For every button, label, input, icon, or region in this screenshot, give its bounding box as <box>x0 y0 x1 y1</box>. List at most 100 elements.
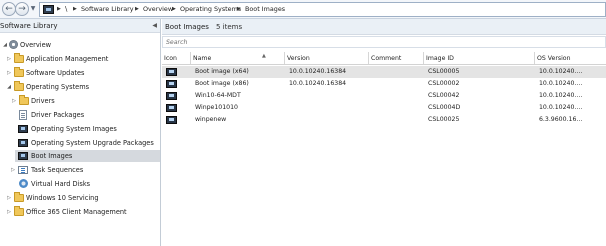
table-row[interactable]: Winpe101010 CSL0004D 10.0.10240.... <box>162 102 606 114</box>
breadcrumb-separator: ▶ <box>73 6 77 12</box>
table-row[interactable]: Win10-64-MDT CSL00042 10.0.10240.... <box>162 90 606 102</box>
history-dropdown-button[interactable]: ▼ <box>29 3 37 15</box>
column-header-label: Name <box>193 55 212 62</box>
tree-item-overview[interactable]: ◢ Overview <box>0 39 160 51</box>
breadcrumb-root[interactable]: \ <box>65 3 67 16</box>
column-header-name[interactable]: Name ▲ <box>191 52 285 64</box>
cell-image-id: CSL00005 <box>428 68 460 75</box>
cell-name: winpenew <box>195 116 227 123</box>
expand-icon[interactable]: ▷ <box>10 164 16 176</box>
breadcrumb-item-boot-images[interactable]: Boot Images <box>245 3 285 16</box>
boot-image-icon <box>166 80 177 88</box>
cell-comment <box>373 66 423 78</box>
search-input[interactable] <box>166 37 596 47</box>
cell-version <box>289 114 367 126</box>
breadcrumb[interactable]: ▶ \ ▶ Software Library ▶ Overview ▶ Oper… <box>39 2 606 17</box>
task-sequence-icon <box>18 166 28 174</box>
expand-icon[interactable]: ▷ <box>6 206 12 218</box>
tree-item-label: Operating Systems <box>26 83 90 91</box>
folder-icon <box>14 67 24 77</box>
forward-arrow-icon: → <box>18 4 26 14</box>
table-row[interactable]: Boot image (x64) 10.0.10240.16384 CSL000… <box>162 66 606 78</box>
address-bar: ← → ▼ ▶ \ ▶ Software Library ▶ Overview … <box>0 0 606 19</box>
expand-icon[interactable]: ▷ <box>6 192 12 204</box>
cell-version: 10.0.10240.16384 <box>289 68 347 75</box>
expand-icon[interactable]: ▷ <box>6 67 12 79</box>
cell-name: Winpe101010 <box>195 104 238 111</box>
table-row[interactable]: Boot image (x86) 10.0.10240.16384 CSL000… <box>162 78 606 90</box>
cell-name: Win10-64-MDT <box>195 92 241 99</box>
details-pane: Boot Images 5 items Icon Name ▲ Version … <box>162 19 606 246</box>
folder-icon <box>14 192 24 202</box>
cell-image-id: CSL00002 <box>428 80 460 87</box>
column-header-icon[interactable]: Icon <box>162 52 191 64</box>
column-header-os-version[interactable]: OS Version <box>535 52 606 64</box>
cell-image-id: CSL00042 <box>428 92 460 99</box>
expand-icon[interactable]: ▷ <box>6 53 12 65</box>
monitor-icon <box>18 125 28 133</box>
cell-version <box>289 102 367 114</box>
collapse-icon[interactable]: ◢ <box>6 81 12 93</box>
tree-item-operating-system-images[interactable]: Operating System Images <box>0 123 160 135</box>
boot-image-icon <box>166 116 177 124</box>
tree-item-label: Windows 10 Servicing <box>26 194 99 202</box>
navigation-pane-title: Software Library <box>0 22 58 30</box>
tree-item-label: Office 365 Client Management <box>26 208 127 216</box>
breadcrumb-item-overview[interactable]: Overview <box>143 3 173 16</box>
cell-os-version: 10.0.10240.... <box>539 104 583 111</box>
collapse-pane-button[interactable]: ◀ <box>152 19 157 33</box>
breadcrumb-separator: ▶ <box>57 6 61 12</box>
cell-comment <box>373 90 423 102</box>
back-arrow-icon: ← <box>5 4 13 14</box>
search-bar[interactable] <box>162 36 606 48</box>
cell-name: Boot image (x64) <box>195 68 249 75</box>
tree-item-label: Application Management <box>26 55 109 63</box>
tree-item-drivers[interactable]: ▷ Drivers <box>0 95 160 107</box>
forward-button[interactable]: → <box>15 2 29 16</box>
cell-comment <box>373 102 423 114</box>
breadcrumb-item-operating-systems[interactable]: Operating Systems <box>180 3 241 16</box>
tree-item-application-management[interactable]: ▷ Application Management <box>0 53 160 65</box>
monitor-icon <box>18 152 28 160</box>
table-row[interactable]: winpenew CSL00025 6.3.9600.16... <box>162 114 606 126</box>
boot-image-icon <box>166 104 177 112</box>
cell-image-id: CSL00025 <box>428 116 460 123</box>
back-button[interactable]: ← <box>2 2 16 16</box>
tree-item-task-sequences[interactable]: ▷ Task Sequences <box>0 164 160 176</box>
tree-item-operating-systems[interactable]: ◢ Operating Systems <box>0 81 160 93</box>
cell-comment <box>373 78 423 90</box>
chevron-down-icon: ▼ <box>30 5 36 12</box>
boot-image-icon <box>166 92 177 100</box>
details-title: Boot Images <box>165 23 209 31</box>
tree-item-driver-packages[interactable]: Driver Packages <box>0 109 160 121</box>
expand-icon[interactable]: ▷ <box>11 95 17 107</box>
folder-icon <box>14 81 24 91</box>
breadcrumb-separator: ▶ <box>237 6 241 12</box>
tree-item-operating-system-upgrade-packages[interactable]: Operating System Upgrade Packages <box>0 137 160 149</box>
tree-item-label: Operating System Images <box>31 125 117 133</box>
tree-item-virtual-hard-disks[interactable]: Virtual Hard Disks <box>0 178 160 190</box>
cell-version: 10.0.10240.16384 <box>289 80 347 87</box>
boot-image-icon <box>166 68 177 76</box>
folder-icon <box>19 95 29 105</box>
cell-name: Boot image (x86) <box>195 80 249 87</box>
cell-comment <box>373 114 423 126</box>
tree-item-label: Software Updates <box>26 69 85 77</box>
tree-item-boot-images[interactable]: Boot Images <box>15 150 160 162</box>
column-header-comment[interactable]: Comment <box>369 52 424 64</box>
cell-os-version: 10.0.10240.... <box>539 68 583 75</box>
tree-item-label: Boot Images <box>31 152 73 160</box>
breadcrumb-separator: ▶ <box>135 6 139 12</box>
tree-item-label: Operating System Upgrade Packages <box>31 139 154 147</box>
table-header: Icon Name ▲ Version Comment Image ID OS … <box>162 52 606 65</box>
tree-item-office-365-client-management[interactable]: ▷ Office 365 Client Management <box>0 206 160 218</box>
collapse-icon[interactable]: ◢ <box>2 39 8 51</box>
breadcrumb-item-software-library[interactable]: Software Library <box>81 3 134 16</box>
tree-item-software-updates[interactable]: ▷ Software Updates <box>0 67 160 79</box>
column-header-version[interactable]: Version <box>285 52 369 64</box>
tree-item-windows-10-servicing[interactable]: ▷ Windows 10 Servicing <box>0 192 160 204</box>
column-header-image-id[interactable]: Image ID <box>424 52 535 64</box>
tree-item-label: Overview <box>20 41 52 49</box>
tree-item-label: Driver Packages <box>31 111 85 119</box>
cell-os-version: 10.0.10240.... <box>539 80 583 87</box>
